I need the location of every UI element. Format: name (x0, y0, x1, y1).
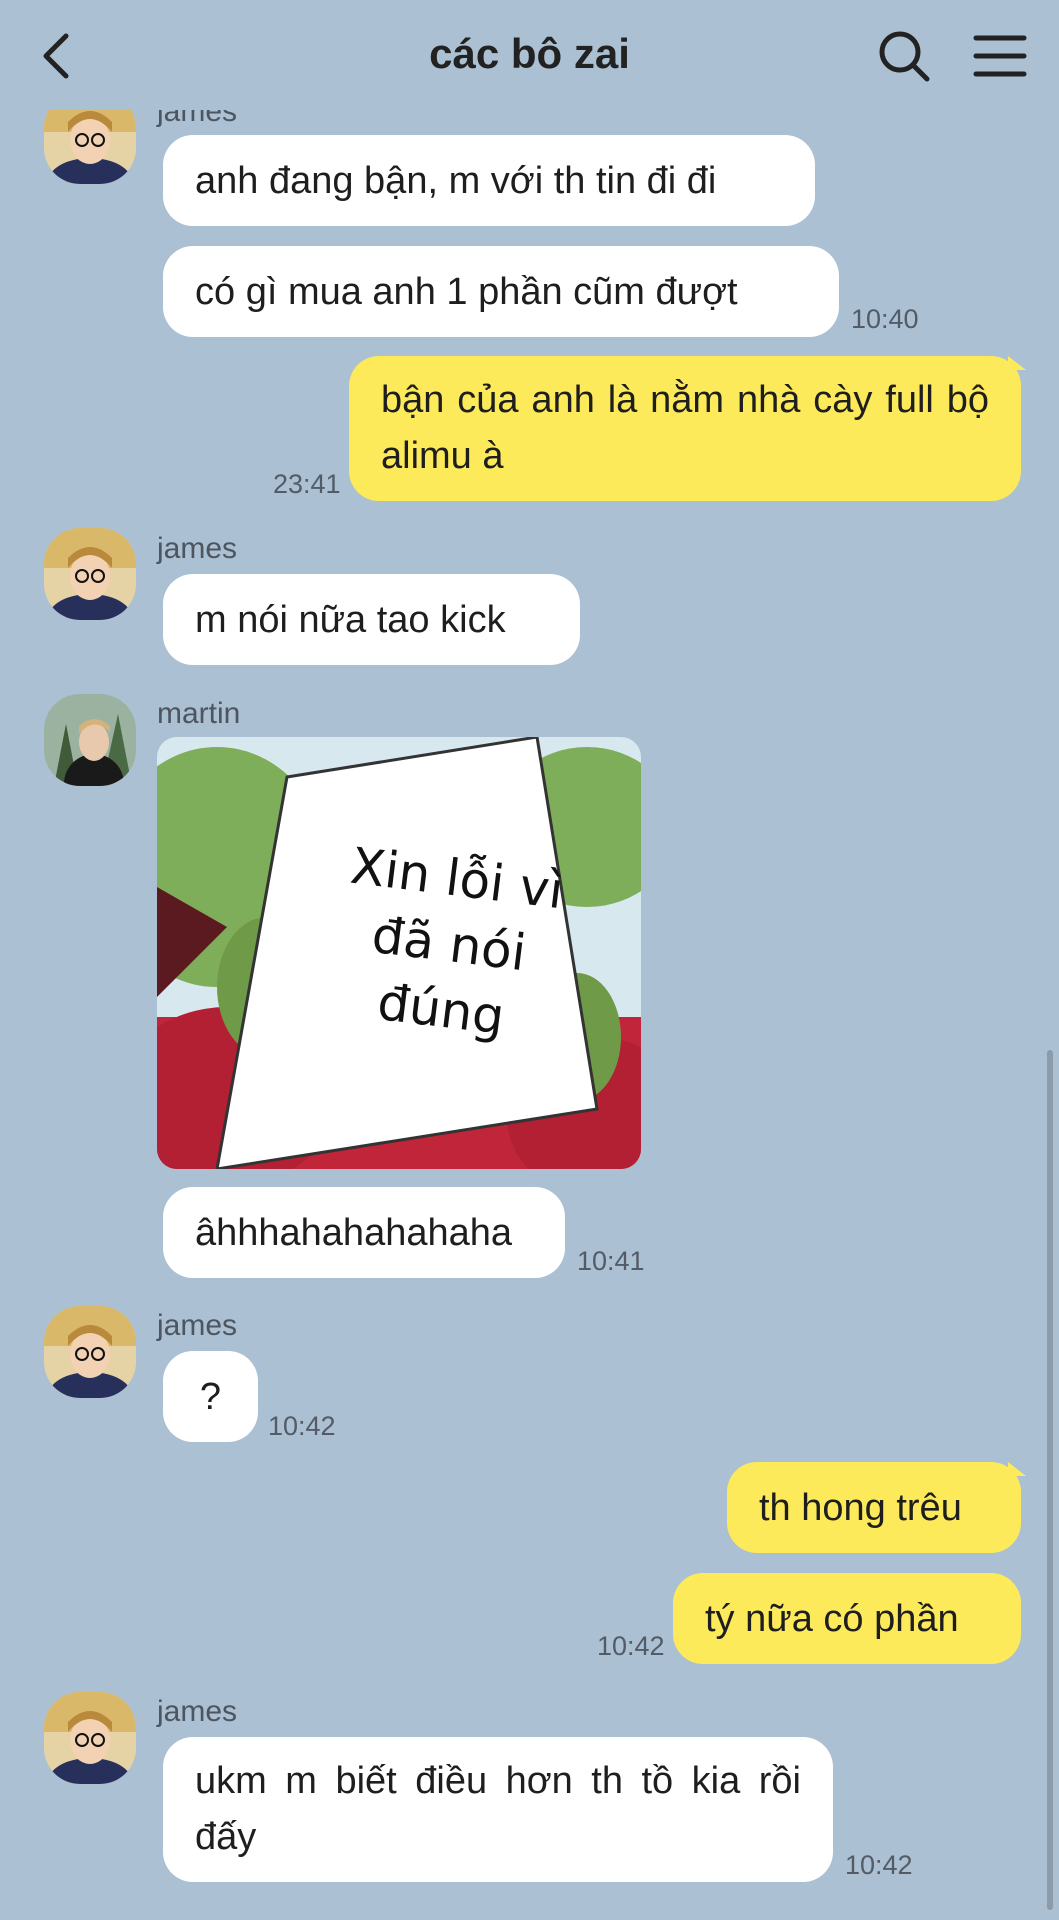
message-text: th hong trêu (759, 1486, 962, 1529)
bubble-tail (1008, 356, 1026, 370)
message-text: anh đang bận, m với th tin đi đi (195, 159, 717, 202)
message-text: m nói nữa tao kick (195, 598, 506, 641)
message-bubble[interactable]: ukm m biết điều hơn th tồ kia rồi đấy (163, 1737, 833, 1882)
message-bubble[interactable]: m nói nữa tao kick (163, 574, 580, 665)
avatar-james[interactable] (44, 528, 136, 620)
message-text: bận của anh là nằm nhà cày full bộ alimu… (381, 379, 989, 477)
scrollbar[interactable] (1047, 1050, 1053, 1910)
menu-icon (973, 35, 1027, 77)
avatar-james[interactable] (44, 1692, 136, 1784)
message-time: 10:42 (268, 1411, 336, 1441)
message-time: 23:41 (273, 469, 341, 499)
message-time: 10:42 (845, 1850, 913, 1880)
message-bubble-outgoing[interactable]: tý nữa có phần (673, 1573, 1021, 1664)
message-time: 10:40 (851, 304, 919, 334)
message-text: tý nữa có phần (705, 1597, 959, 1640)
message-bubble[interactable]: có gì mua anh 1 phần cũm đượt (163, 246, 839, 337)
message-bubble[interactable]: ? (163, 1351, 258, 1442)
avatar-james[interactable] (44, 1306, 136, 1398)
bubble-tail (1008, 1462, 1026, 1476)
search-button[interactable] (876, 28, 932, 84)
avatar-photo (44, 1306, 136, 1398)
chat-header: các bô zai (0, 0, 1059, 110)
sender-name: james (157, 1309, 238, 1342)
sticker-caption: Xin lỗi vì đã nói đúng (347, 836, 567, 1047)
message-bubble[interactable]: anh đang bận, m với th tin đi đi (163, 135, 815, 226)
search-icon (879, 31, 930, 82)
sticker-image[interactable]: Xin lỗi vì đã nói đúng (157, 737, 641, 1169)
message-text: âhhhahahahahaha (195, 1211, 513, 1254)
message-bubble-outgoing[interactable]: th hong trêu (727, 1462, 1021, 1553)
avatar-martin[interactable] (44, 694, 136, 786)
avatar-photo (44, 528, 136, 620)
sender-name: james (157, 532, 238, 565)
sender-name: martin (157, 697, 241, 730)
message-bubble-outgoing[interactable]: bận của anh là nằm nhà cày full bộ alimu… (349, 356, 1021, 501)
message-time: 10:41 (577, 1246, 645, 1276)
message-text: ukm m biết điều hơn th tồ kia rồi đấy (195, 1760, 801, 1858)
message-text: ? (199, 1375, 222, 1418)
message-time: 10:42 (597, 1631, 665, 1661)
sender-name: james (157, 1695, 238, 1728)
message-text: có gì mua anh 1 phần cũm đượt (195, 270, 738, 313)
avatar-photo (44, 694, 136, 786)
avatar-photo (44, 1692, 136, 1784)
message-bubble[interactable]: âhhhahahahahaha (163, 1187, 565, 1278)
menu-button[interactable] (972, 28, 1028, 84)
